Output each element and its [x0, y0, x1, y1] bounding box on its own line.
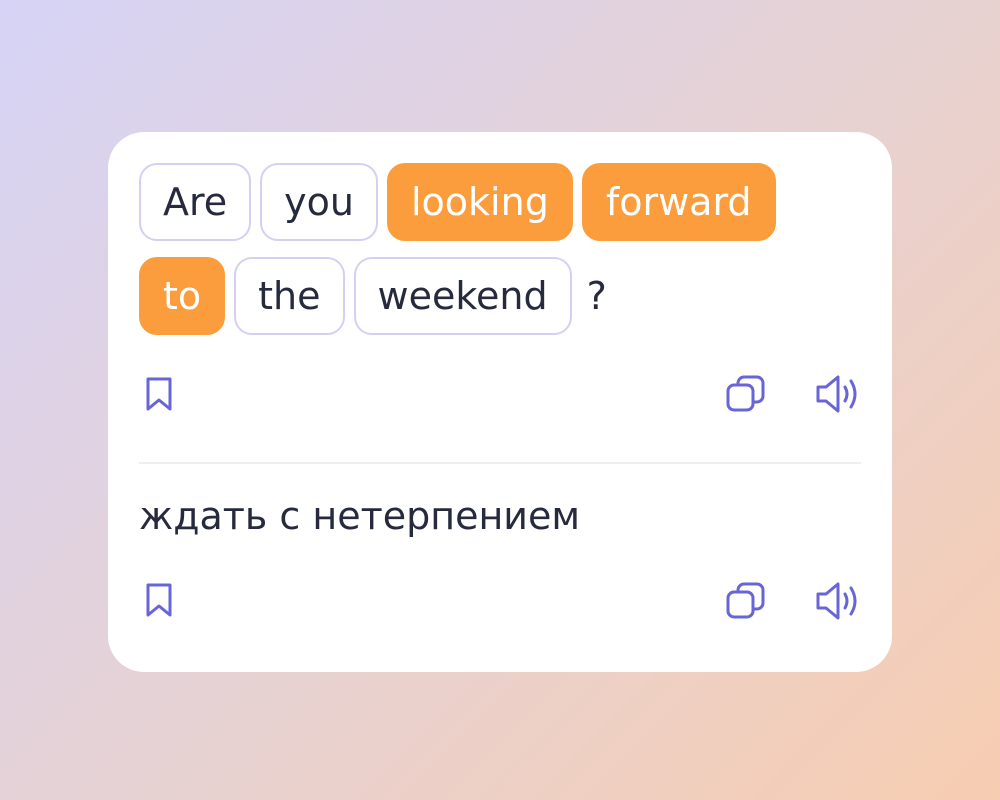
translation-text: ждать с нетерпением: [139, 494, 581, 538]
question-mark: ?: [586, 274, 607, 318]
word-chip-the[interactable]: the: [234, 257, 345, 335]
word-chip-you[interactable]: you: [260, 163, 378, 241]
speaker-icon[interactable]: [814, 579, 862, 623]
copy-icon[interactable]: [725, 580, 767, 622]
speaker-icon[interactable]: [814, 372, 862, 416]
word-chip-are[interactable]: Are: [139, 163, 252, 241]
phrase-row-2: to the weekend ?: [139, 257, 879, 335]
bookmark-icon[interactable]: [140, 374, 180, 414]
phrase-card: Are you looking forward to the weekend ?…: [108, 132, 892, 672]
word-chip-to[interactable]: to: [139, 257, 226, 335]
phrase-words: Are you looking forward to the weekend ?: [139, 163, 879, 351]
word-chip-weekend[interactable]: weekend: [353, 257, 572, 335]
copy-icon[interactable]: [725, 373, 767, 415]
phrase-row-1: Are you looking forward: [139, 163, 879, 241]
word-chip-looking[interactable]: looking: [387, 163, 573, 241]
divider: [139, 462, 861, 464]
word-chip-forward[interactable]: forward: [581, 163, 776, 241]
bookmark-icon[interactable]: [140, 580, 180, 620]
